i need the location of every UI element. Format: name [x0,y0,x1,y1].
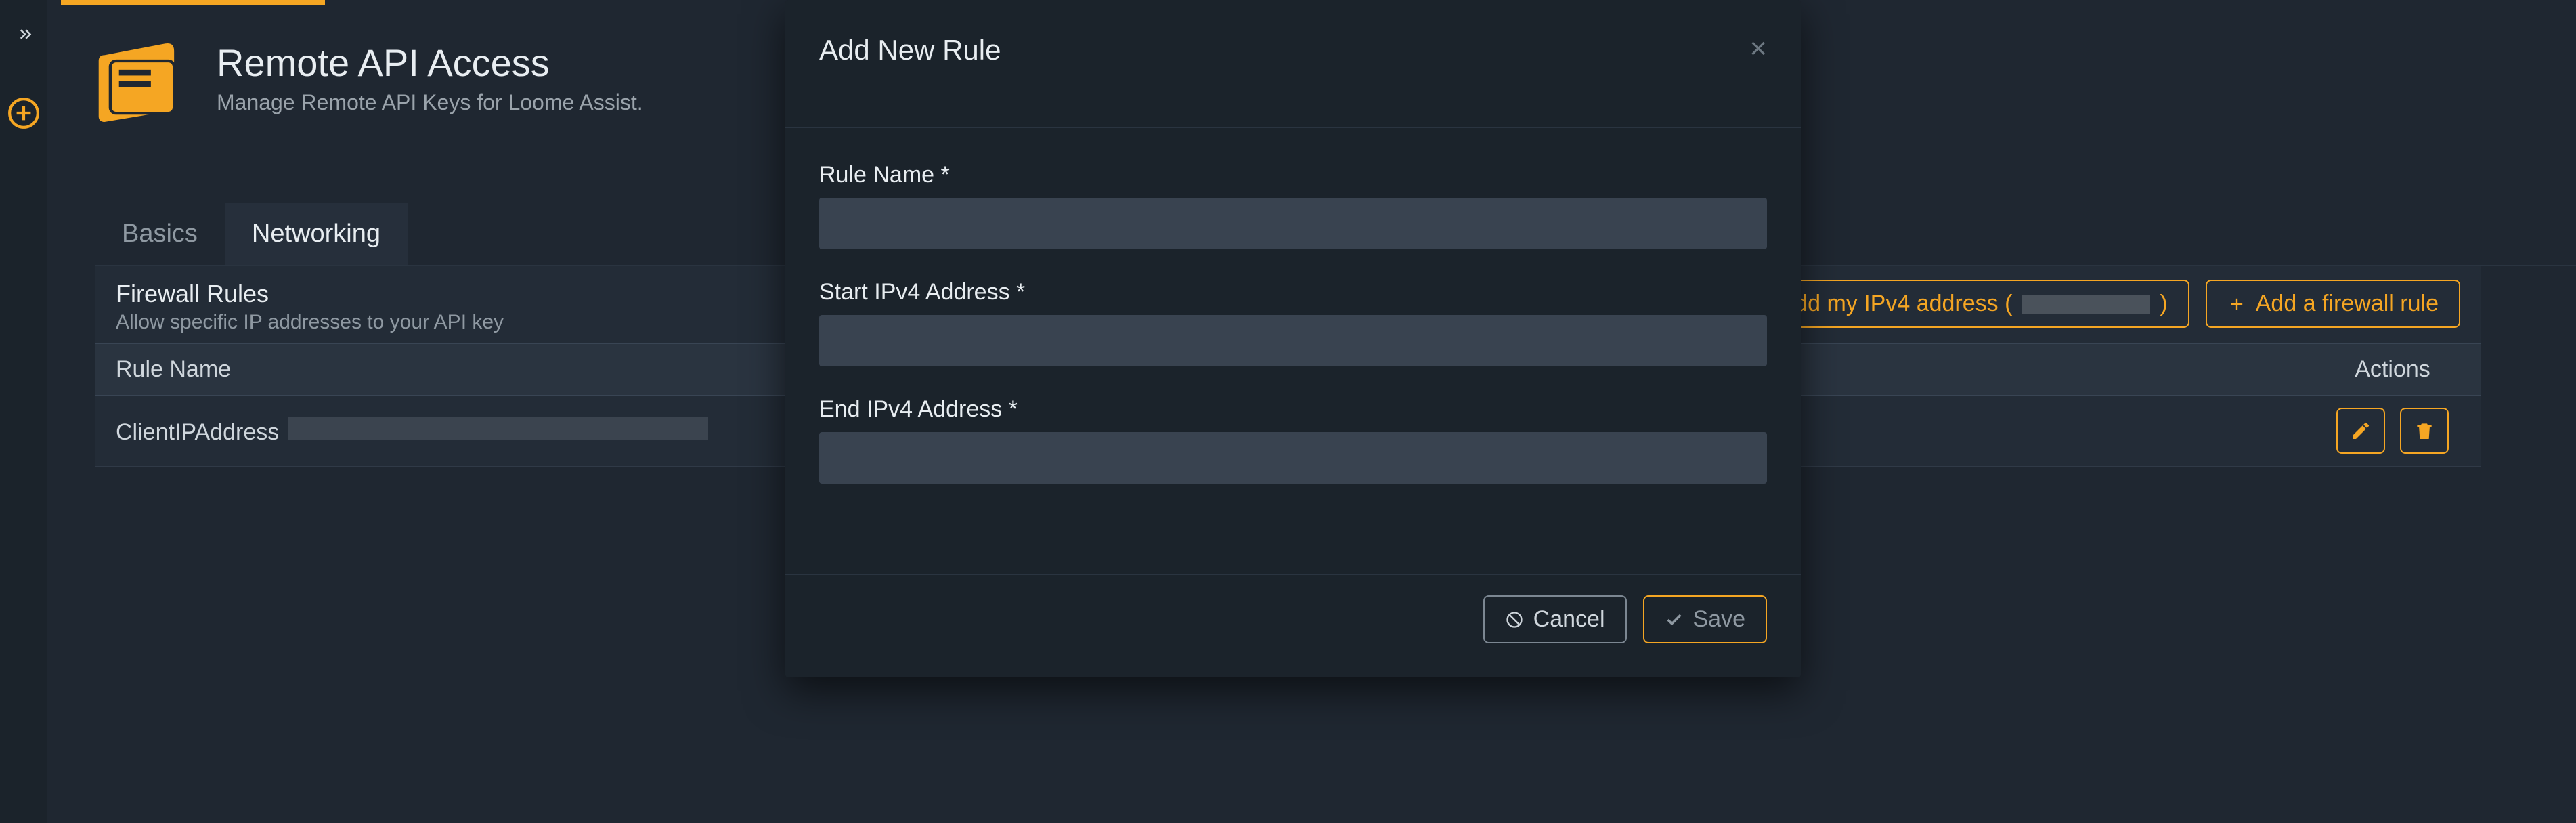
rule-name-label: Rule Name * [819,162,1767,188]
col-actions: Actions [2305,344,2481,396]
save-button[interactable]: Save [1643,595,1768,643]
tab-basics[interactable]: Basics [95,203,225,265]
add-button[interactable] [7,96,41,130]
end-ip-label: End IPv4 Address * [819,396,1767,423]
delete-button[interactable] [2400,408,2449,454]
redacted-ip [2022,295,2150,314]
close-icon[interactable]: × [1749,34,1767,64]
expand-sidebar-icon[interactable] [15,26,35,51]
start-ip-input[interactable] [819,315,1767,366]
firewall-subheading: Allow specific IP addresses to your API … [116,311,504,334]
trash-icon [2414,420,2435,442]
cancel-icon [1505,610,1524,629]
cancel-label: Cancel [1533,606,1605,633]
page-subtitle: Manage Remote API Keys for Loome Assist. [217,90,643,115]
modal-title: Add New Rule [819,34,1001,66]
add-my-ip-suffix: ) [2160,291,2167,317]
add-my-ip-prefix: Add my IPv4 address ( [1780,291,2013,317]
end-ip-input[interactable] [819,432,1767,484]
pencil-icon [2350,420,2372,442]
add-rule-label: Add a firewall rule [2256,291,2439,317]
rule-name-cell: ClientIPAddress [116,419,279,445]
page-title: Remote API Access [217,41,643,85]
sidebar-collapsed [0,0,47,823]
cancel-button[interactable]: Cancel [1483,595,1627,643]
firewall-heading: Firewall Rules [116,280,504,308]
page-titles: Remote API Access Manage Remote API Keys… [217,41,643,115]
add-rule-modal: Add New Rule × Rule Name * Start IPv4 Ad… [785,0,1801,677]
edit-button[interactable] [2336,408,2385,454]
tab-networking[interactable]: Networking [225,203,408,265]
rule-name-input[interactable] [819,198,1767,249]
plus-icon [2227,295,2246,314]
save-label: Save [1693,606,1746,633]
book-icon [95,41,190,122]
redacted-rule-detail [288,417,708,440]
check-icon [1665,610,1684,629]
start-ip-label: Start IPv4 Address * [819,279,1767,305]
add-firewall-rule-button[interactable]: Add a firewall rule [2206,280,2460,328]
